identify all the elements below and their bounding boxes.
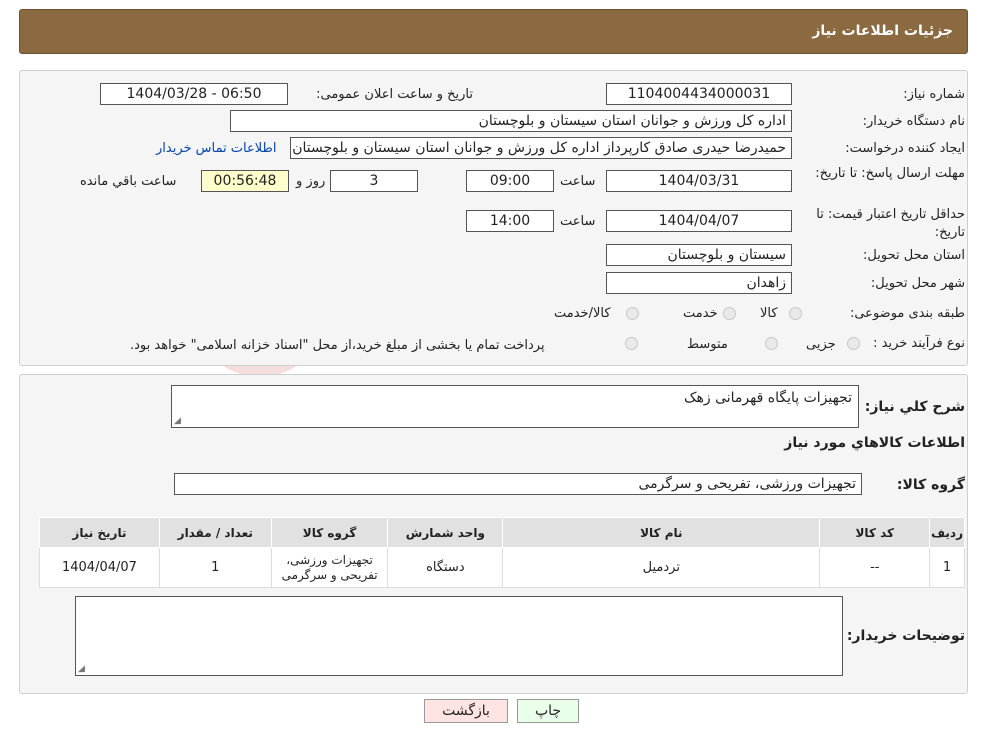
days-field[interactable]: 3: [330, 170, 418, 192]
description-field[interactable]: تجهیزات پایگاه قهرمانی زهک ◢: [171, 385, 859, 428]
goods-table: ردیف کد کالا نام کالا واحد شمارش گروه کا…: [39, 517, 965, 588]
cell-row: 1: [929, 547, 965, 588]
category-radio-goods[interactable]: [789, 307, 802, 320]
deadline-time-field[interactable]: 09:00: [466, 170, 554, 192]
city-field[interactable]: زاهدان: [606, 272, 792, 294]
col-unit: واحد شمارش: [387, 517, 504, 548]
category-label: طبقه بندی موضوعی:: [849, 306, 965, 321]
need-number-label: شماره نیاز:: [903, 87, 965, 102]
col-code: کد کالا: [819, 517, 931, 548]
category-radio-goods-service[interactable]: [626, 307, 639, 320]
validity-time-label: ساعت: [560, 214, 596, 229]
col-row: ردیف: [929, 517, 965, 548]
goods-table-header: ردیف کد کالا نام کالا واحد شمارش گروه کا…: [39, 517, 965, 548]
requester-field[interactable]: حمیدرضا حیدری صادق کارپرداز اداره کل ورز…: [290, 137, 792, 159]
col-name: نام کالا: [502, 517, 821, 548]
remaining-time-field: 00:56:48: [201, 170, 289, 192]
cell-date: 1404/04/07: [39, 547, 160, 588]
process-label: نوع فرآیند خرید :: [873, 336, 965, 351]
col-qty: تعداد / مقدار: [158, 517, 272, 548]
deadline-label: مهلت ارسال پاسخ: تا تاریخ:: [815, 166, 965, 181]
category-option-goods: کالا: [760, 306, 778, 321]
back-button[interactable]: بازگشت: [424, 699, 508, 723]
col-group: گروه کالا: [270, 517, 389, 548]
cell-code: --: [819, 547, 931, 588]
remaining-label: ساعت باقي مانده: [80, 174, 177, 189]
days-label: روز و: [296, 174, 326, 189]
process-radio-medium[interactable]: [765, 337, 778, 350]
announce-datetime-field[interactable]: 1404/03/28 - 06:50: [100, 83, 288, 105]
category-option-goods-service: کالا/خدمت: [554, 306, 611, 321]
category-radio-service[interactable]: [723, 307, 736, 320]
buyer-org-label: نام دستگاه خریدار:: [862, 114, 965, 129]
province-field[interactable]: سیستان و بلوچستان: [606, 244, 792, 266]
page-title: جزئیات اطلاعات نیاز: [812, 23, 953, 39]
resize-grip-icon[interactable]: ◢: [78, 664, 85, 674]
description-label: شرح کلي نیاز:: [864, 399, 965, 415]
province-label: استان محل تحویل:: [863, 248, 965, 263]
process-option-medium: متوسط: [687, 337, 728, 352]
description-text: تجهیزات پایگاه قهرمانی زهک: [683, 390, 852, 406]
requester-label: ایجاد کننده درخواست:: [845, 141, 965, 156]
col-date: تاریخ نیاز: [39, 517, 160, 548]
cell-qty: 1: [158, 547, 272, 588]
cell-name: تردمیل: [502, 547, 821, 588]
resize-grip-icon[interactable]: ◢: [174, 416, 181, 426]
validity-label: حداقل تاریخ اعتبار قیمت: تا تاریخ:: [816, 207, 965, 240]
buyer-notes-label: توضیحات خریدار:: [846, 628, 965, 644]
validity-time-field[interactable]: 14:00: [466, 210, 554, 232]
page-header: جزئیات اطلاعات نیاز: [19, 9, 968, 54]
city-label: شهر محل تحویل:: [870, 276, 965, 291]
process-note: پرداخت تمام یا بخشی از مبلغ خرید،از محل …: [130, 338, 545, 353]
need-number-field[interactable]: 1104004434000031: [606, 83, 792, 105]
cell-unit: دستگاه: [387, 547, 504, 588]
buyer-org-field[interactable]: اداره کل ورزش و جوانان استان سیستان و بل…: [230, 110, 792, 132]
process-radio-treasury[interactable]: [625, 337, 638, 350]
deadline-time-label: ساعت: [560, 174, 596, 189]
category-option-service: خدمت: [683, 306, 718, 321]
goods-group-label: گروه کالا:: [896, 477, 965, 493]
process-option-minor: جزیی: [806, 337, 836, 352]
goods-info-title: اطلاعات کالاهاي مورد نیاز: [784, 435, 965, 451]
process-radio-minor[interactable]: [847, 337, 860, 350]
announce-datetime-label: تاریخ و ساعت اعلان عمومی:: [316, 87, 473, 102]
goods-group-field[interactable]: تجهیزات ورزشی، تفریحی و سرگرمی: [174, 473, 862, 495]
cell-group: تجهیزات ورزشی، تفریحی و سرگرمی: [270, 547, 389, 588]
buyer-contact-link[interactable]: اطلاعات تماس خریدار: [156, 141, 276, 156]
validity-date-field[interactable]: 1404/04/07: [606, 210, 792, 232]
deadline-date-field[interactable]: 1404/03/31: [606, 170, 792, 192]
table-row: 1 -- تردمیل دستگاه تجهیزات ورزشی، تفریحی…: [39, 547, 965, 588]
buyer-notes-field[interactable]: ◢: [75, 596, 843, 676]
print-button[interactable]: چاپ: [517, 699, 579, 723]
